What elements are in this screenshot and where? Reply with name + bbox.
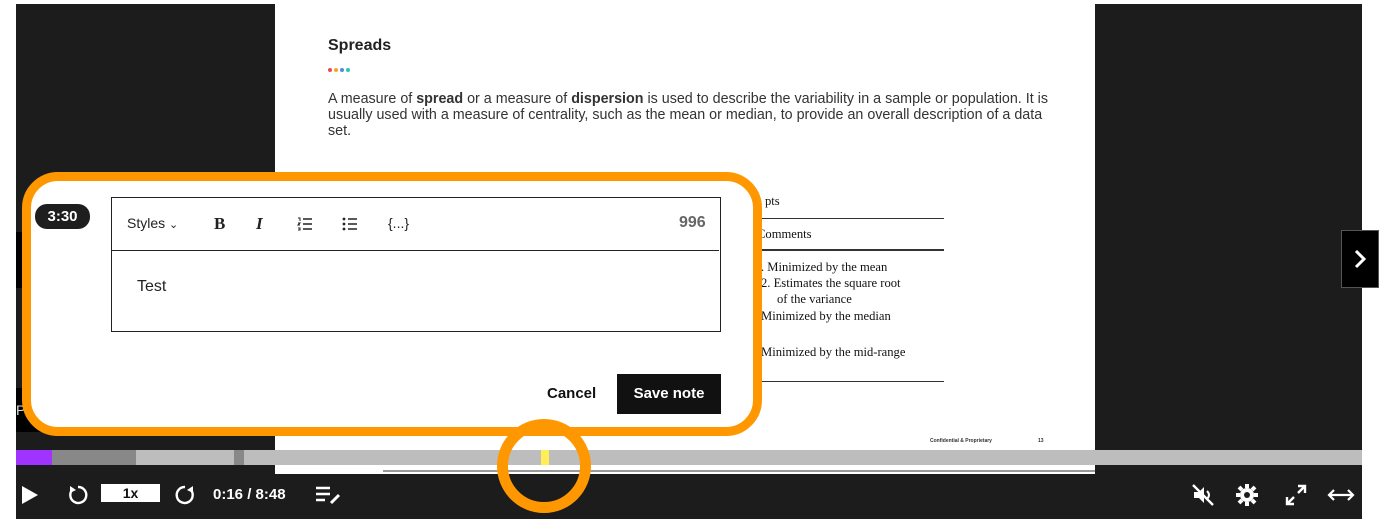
next-slide-button[interactable] (1341, 230, 1379, 288)
editor-toolbar: Styles ⌄ B I {...} 996 (112, 198, 719, 251)
table-header-comments: Comments (757, 227, 812, 241)
rewind-icon[interactable] (67, 484, 89, 506)
note-marker[interactable] (234, 450, 244, 465)
table-rule-1 (740, 218, 944, 219)
character-count: 996 (679, 214, 706, 231)
note-editor: Styles ⌄ B I {...} 996 Test (111, 197, 721, 332)
play-icon[interactable] (21, 485, 39, 505)
code-block-button[interactable]: {...} (388, 215, 409, 231)
bullet-list-icon[interactable] (342, 217, 358, 231)
bold-button[interactable]: B (214, 214, 225, 234)
chevron-right-icon (1354, 249, 1367, 269)
table-rule-3 (740, 381, 944, 382)
forward-icon[interactable] (174, 484, 196, 506)
cancel-button[interactable]: Cancel (547, 385, 596, 402)
slide-page-number: 13 (1038, 438, 1044, 444)
slide-paragraph: A measure of spread or a measure of disp… (328, 91, 1048, 139)
fullscreen-icon[interactable] (1284, 483, 1308, 507)
dot-1 (328, 68, 332, 72)
table-row1-line3: of the variance (777, 292, 852, 306)
table-row1-line2: 2. Estimates the square root (761, 276, 901, 290)
styles-label: Styles (127, 215, 166, 231)
italic-button[interactable]: I (256, 214, 263, 234)
expand-width-icon[interactable] (1327, 486, 1355, 504)
chevron-down-icon: ⌄ (169, 219, 179, 231)
table-row3: Minimized by the mid-range (761, 345, 906, 359)
table-row1-line1: . Minimized by the mean (761, 260, 888, 274)
dot-2 (334, 68, 338, 72)
title-dots (328, 59, 352, 72)
dot-4 (346, 68, 350, 72)
table-header-partial: pts (765, 194, 780, 208)
para-bold-spread: spread (416, 91, 464, 107)
table-rule-2 (740, 249, 944, 251)
styles-dropdown[interactable]: Styles ⌄ (127, 215, 178, 231)
settings-gear-icon[interactable] (1235, 483, 1259, 507)
mute-icon[interactable] (1191, 483, 1215, 507)
para-bold-dispersion: dispersion (571, 91, 644, 107)
slide-title: Spreads (328, 37, 392, 54)
highlight-circle-annotation (497, 419, 591, 513)
progress-buffer-segment (52, 450, 136, 465)
player-controls: 0:16 / 8:48 (0, 470, 1384, 519)
para-text-2: or a measure of (463, 91, 572, 107)
notes-edit-icon[interactable] (314, 485, 342, 505)
dot-3 (340, 68, 344, 72)
time-display: 0:16 / 8:48 (213, 486, 286, 503)
numbered-list-icon[interactable] (297, 217, 313, 231)
note-text-content[interactable]: Test (137, 278, 166, 296)
para-text-1: A measure of (328, 91, 417, 107)
progress-bar[interactable] (16, 450, 1362, 465)
save-note-button[interactable]: Save note (617, 374, 721, 414)
table-row2: Minimized by the median (761, 309, 891, 323)
note-timestamp-badge: 3:30 (35, 204, 90, 229)
progress-played (16, 450, 52, 465)
slide-footer-confidential: Confidential & Proprietary (930, 438, 992, 444)
playback-speed-button[interactable]: 1x (101, 484, 160, 502)
